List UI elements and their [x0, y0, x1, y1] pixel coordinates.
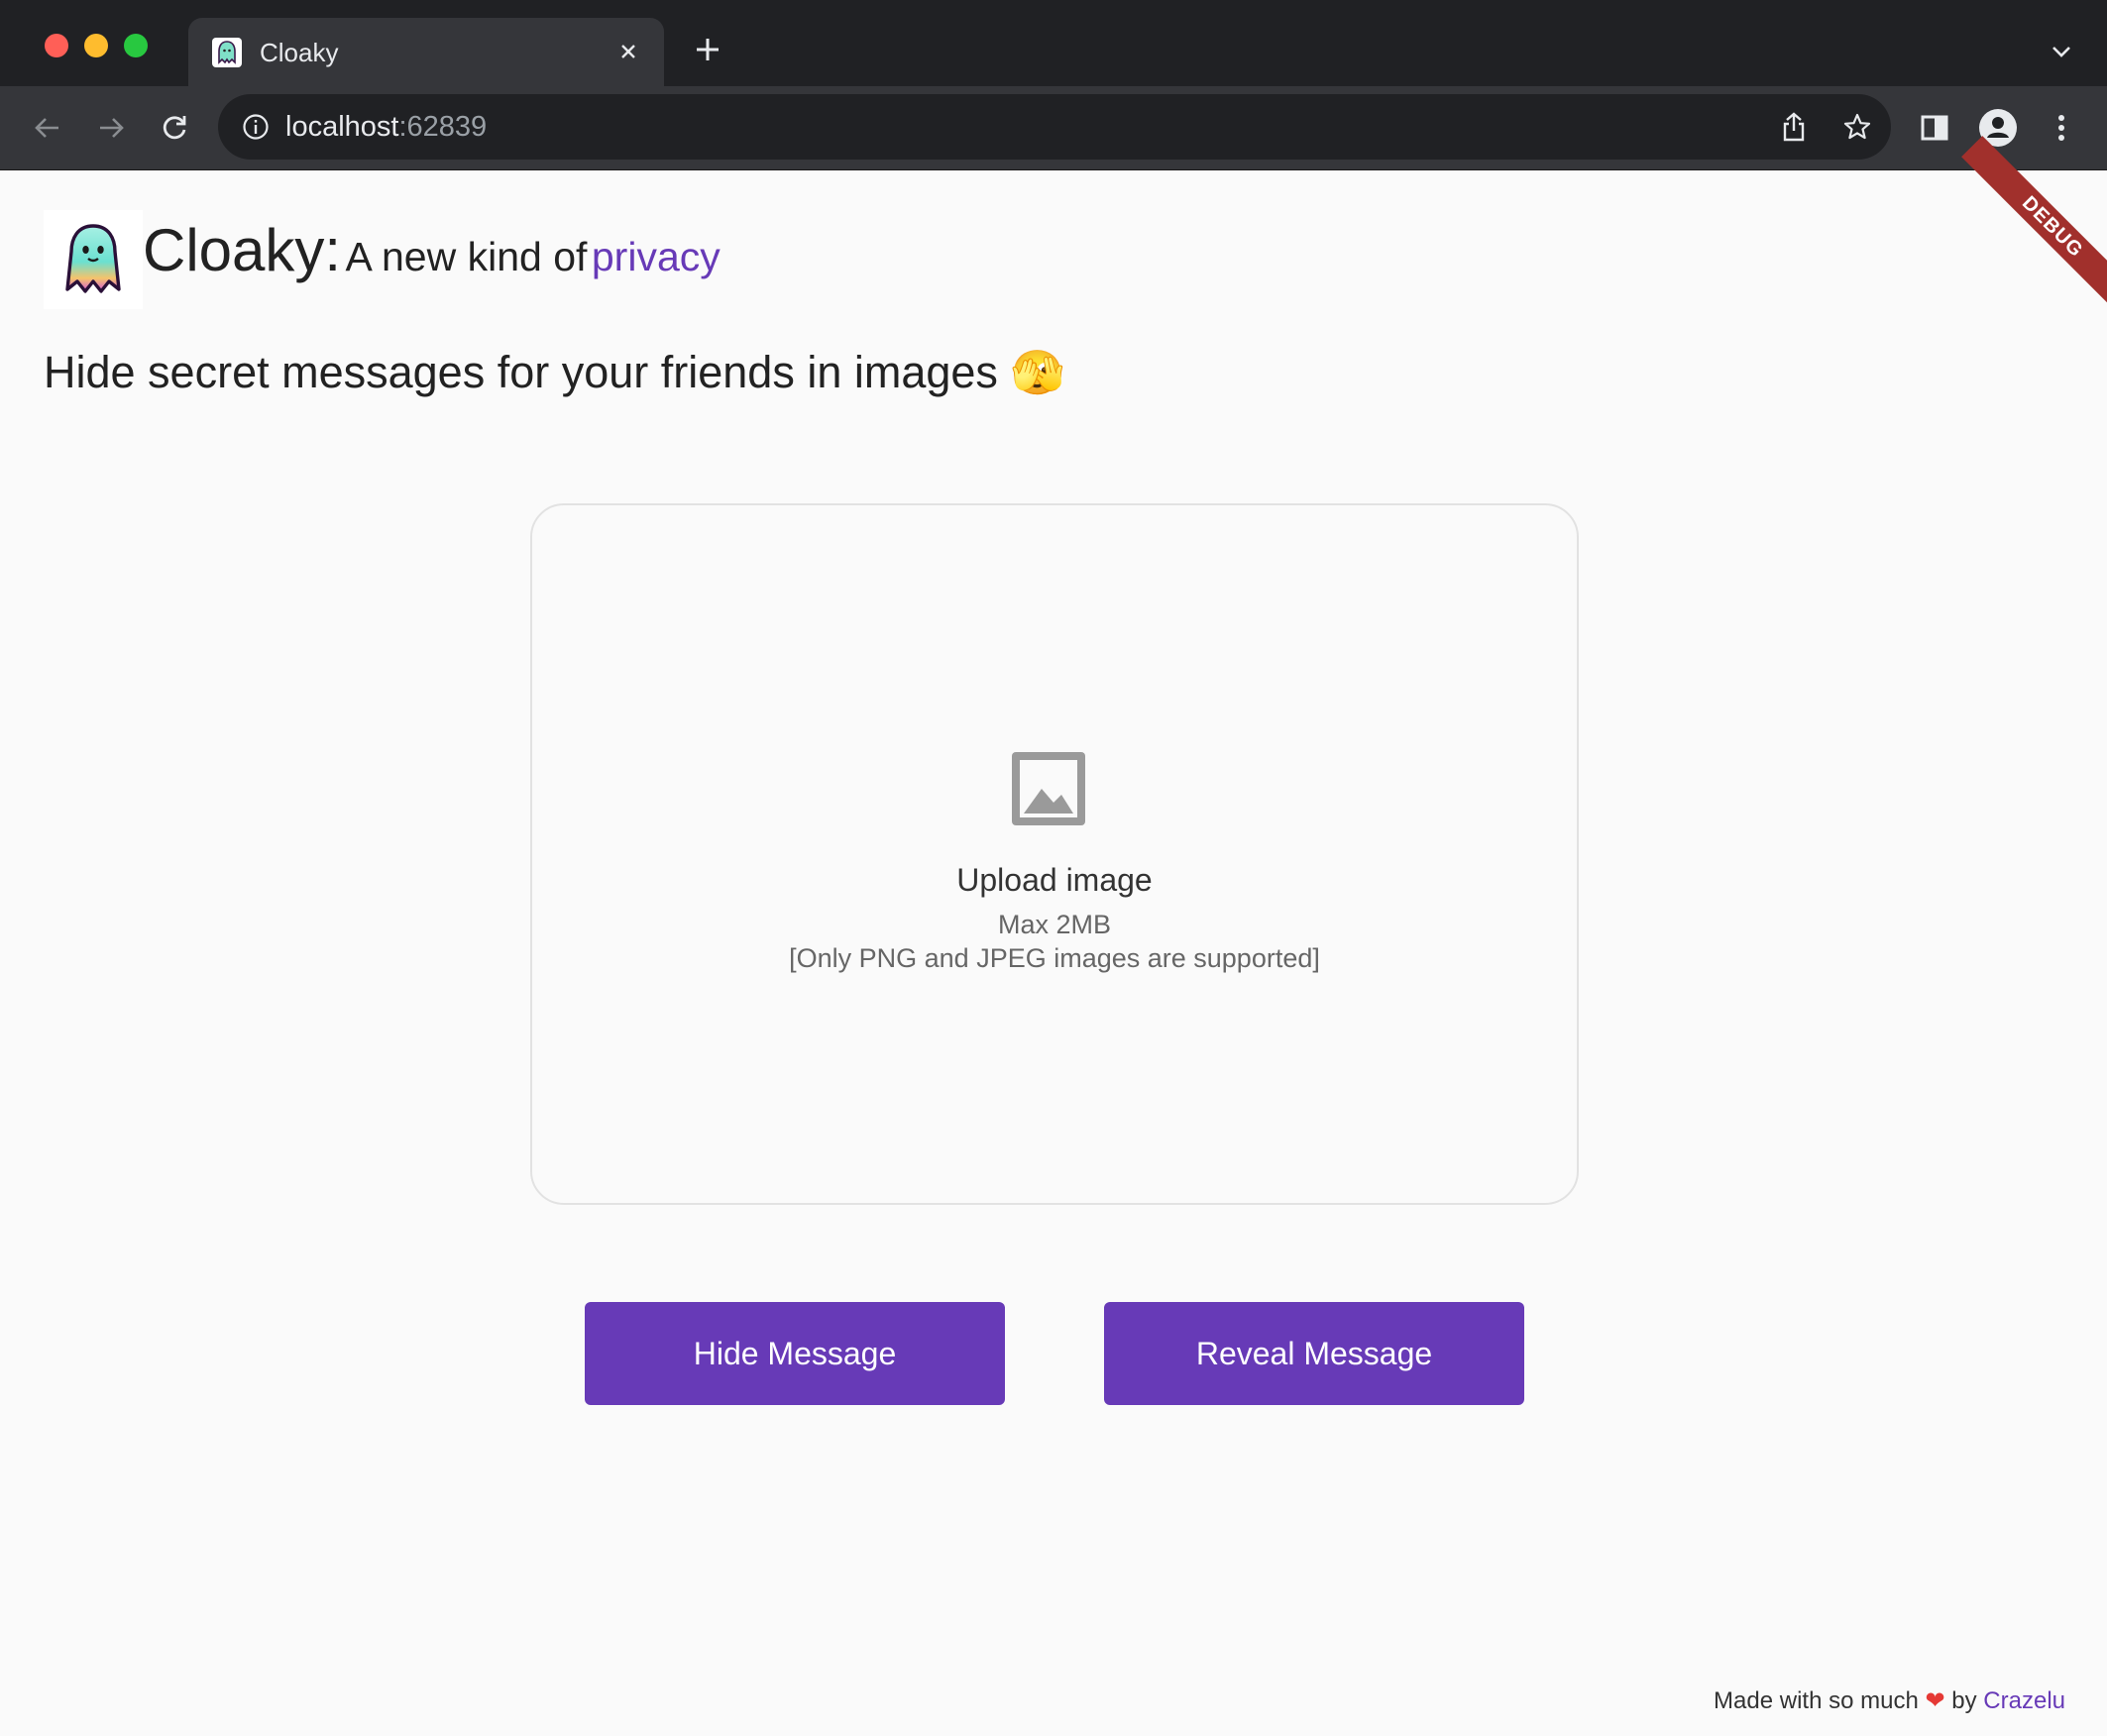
hide-message-button[interactable]: Hide Message — [585, 1302, 1005, 1405]
reveal-message-button[interactable]: Reveal Message — [1104, 1302, 1524, 1405]
footer-by: by — [1951, 1687, 1977, 1714]
tab-cloaky[interactable]: Cloaky — [188, 18, 664, 86]
image-upload-dropzone[interactable]: Upload image Max 2MB [Only PNG and JPEG … — [530, 503, 1579, 1205]
upload-title: Upload image — [956, 862, 1153, 898]
page-title: Cloaky: A new kind of privacy — [143, 216, 721, 284]
upload-hint: Max 2MB [Only PNG and JPEG images are su… — [532, 908, 1577, 975]
brand-tagline: A new kind of — [345, 234, 588, 279]
reload-icon[interactable] — [153, 106, 196, 150]
tab-strip: Cloaky — [0, 0, 2107, 86]
author-link[interactable]: Crazelu — [1983, 1687, 2065, 1714]
page-subtitle: Hide secret messages for your friends in… — [44, 347, 1064, 398]
url-port: :62839 — [398, 111, 488, 143]
forward-arrow-icon[interactable] — [89, 106, 133, 150]
close-window-button[interactable] — [45, 34, 68, 57]
new-tab-icon[interactable] — [688, 30, 727, 69]
close-tab-icon[interactable] — [609, 32, 648, 71]
back-arrow-icon[interactable] — [26, 106, 69, 150]
heart-icon: ❤ — [1925, 1687, 1945, 1714]
share-icon[interactable] — [1774, 107, 1814, 147]
footer-prefix: Made with so much — [1714, 1687, 1919, 1714]
maximize-window-button[interactable] — [124, 34, 148, 57]
url-host: localhost — [285, 111, 399, 143]
subtitle-text: Hide secret messages for your friends in… — [44, 347, 998, 397]
kebab-menu-icon[interactable] — [2040, 106, 2083, 150]
url-text: localhost:62839 — [285, 111, 487, 144]
minimize-window-button[interactable] — [84, 34, 108, 57]
brand-name: Cloaky: — [143, 217, 342, 283]
upload-format-note: [Only PNG and JPEG images are supported] — [789, 943, 1320, 973]
ghost-favicon-icon — [212, 38, 242, 67]
browser-toolbar: localhost:62839 — [0, 86, 2107, 170]
page-content: DEBUG Cloaky: A new kind of privacy Hide… — [4, 136, 2107, 1736]
ghost-logo-icon — [44, 210, 143, 309]
address-bar[interactable]: localhost:62839 — [218, 94, 1891, 160]
browser-window: Cloaky localhost:62839 DEBUG Cloaky: A n… — [0, 0, 2107, 1736]
brand-tagline-accent: privacy — [591, 234, 721, 279]
chevron-down-icon[interactable] — [2042, 32, 2081, 71]
info-icon[interactable] — [240, 111, 272, 143]
upload-size-note: Max 2MB — [997, 910, 1112, 939]
footer-credit: Made with so much ❤ by Crazelu — [1714, 1686, 2065, 1715]
tab-title: Cloaky — [260, 38, 339, 67]
side-panel-icon[interactable] — [1913, 106, 1956, 150]
peeking-face-emoji: 🫣 — [1010, 349, 1065, 397]
star-icon[interactable] — [1837, 107, 1877, 147]
image-icon — [1012, 752, 1085, 825]
